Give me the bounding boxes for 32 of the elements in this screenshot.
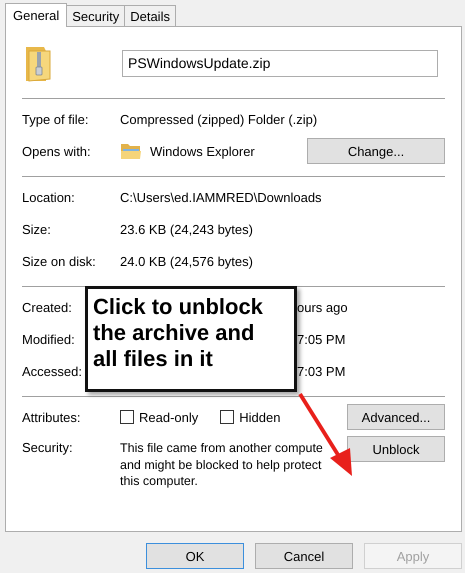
field-value: Windows Explorer <box>150 144 255 158</box>
field-label: Security: <box>22 439 74 455</box>
field-label: Size on disk: <box>22 254 97 268</box>
field-label: Opens with: <box>22 144 92 158</box>
field-value: 7:03 PM <box>297 364 346 378</box>
file-name-field[interactable]: PSWindowsUpdate.zip <box>122 50 438 76</box>
field-label: Type of file: <box>22 112 90 126</box>
field-label: Size: <box>22 222 52 236</box>
change-button[interactable]: Change... <box>307 138 445 164</box>
field-value: 24.0 KB (24,576 bytes) <box>120 254 253 268</box>
tab[interactable]: General <box>5 3 68 27</box>
advanced-button[interactable]: Advanced... <box>347 404 445 430</box>
field-label: Accessed: <box>22 364 83 378</box>
checkbox-box[interactable] <box>120 410 134 424</box>
dialog-button[interactable]: OK <box>146 543 244 569</box>
checkbox-box[interactable] <box>220 410 234 424</box>
dialog-button[interactable]: Cancel <box>255 543 353 569</box>
tab[interactable]: Security <box>66 5 126 26</box>
field-value: ours ago <box>297 300 348 314</box>
unblock-button[interactable]: Unblock <box>347 436 445 462</box>
field-value: 23.6 KB (24,243 bytes) <box>120 222 253 236</box>
checkbox[interactable]: Read-only <box>120 410 198 424</box>
field-value: 7:05 PM <box>297 332 346 346</box>
field-label: Attributes: <box>22 410 82 424</box>
tab[interactable]: Details <box>124 5 176 26</box>
field-value: C:\Users\ed.IAMMRED\Downloads <box>120 190 322 204</box>
field-value: Compressed (zipped) Folder (.zip) <box>120 112 318 126</box>
folder-icon <box>120 142 142 160</box>
callout-box: Click to unblock the archive and all files in it <box>85 286 297 392</box>
security-warning-text: This file came from another compute and might be blocked to help protect this computer. <box>120 440 324 490</box>
checkbox[interactable]: Hidden <box>220 410 280 424</box>
field-label: Location: <box>22 190 76 204</box>
